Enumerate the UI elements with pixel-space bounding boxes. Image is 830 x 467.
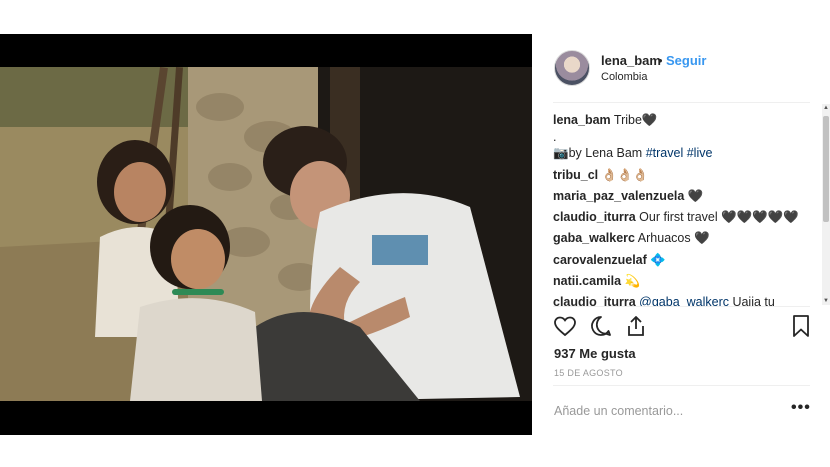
- scroll-thumb[interactable]: [823, 116, 829, 222]
- post-actions: [553, 314, 811, 340]
- caption-dot: .: [553, 130, 557, 145]
- scroll-up-arrow-icon[interactable]: ▲: [822, 104, 830, 112]
- post-location[interactable]: Colombia: [601, 71, 647, 83]
- add-comment-input[interactable]: [554, 404, 774, 418]
- comment-item: gaba_walkerc Arhuacos 🖤: [553, 228, 815, 249]
- comment-item: tribu_cl 👌🏼👌🏼👌🏼: [553, 165, 815, 186]
- post-date[interactable]: 15 DE AGOSTO: [554, 368, 623, 378]
- comment-username[interactable]: tribu_cl: [553, 168, 598, 182]
- comment-text: Our first travel 🖤🖤🖤🖤🖤: [639, 210, 799, 225]
- comment-text: 👌🏼👌🏼👌🏼: [601, 167, 649, 182]
- comments-list: lena_bam Tribe🖤 . 📷by Lena Bam #travel #…: [553, 110, 815, 306]
- scroll-down-arrow-icon[interactable]: ▼: [822, 297, 830, 305]
- caption-credit: 📷by Lena Bam #travel #live: [553, 143, 815, 164]
- comment-text: Arhuacos 🖤: [637, 231, 710, 246]
- actions-divider: [553, 306, 810, 307]
- photo-illustration: [0, 67, 532, 401]
- comment-item: claudio_iturra Our first travel 🖤🖤🖤🖤🖤: [553, 207, 815, 228]
- comment-item: carovalenzuelaf 💠: [553, 250, 815, 271]
- caption: lena_bam Tribe🖤: [553, 110, 815, 131]
- heart-icon[interactable]: [553, 314, 577, 338]
- comment-item: natii.camila 💫: [553, 271, 815, 292]
- comment-item: maria_paz_valenzuela 🖤: [553, 186, 815, 207]
- post-side-panel: lena_bam • Seguir Colombia lena_bam Trib…: [533, 34, 830, 435]
- comment-text: @gaba_walkerc Uajia tu: [639, 295, 775, 306]
- more-options-icon[interactable]: •••: [791, 399, 811, 417]
- caption-dot-line: .: [553, 130, 815, 145]
- likes-count[interactable]: 937 Me gusta: [554, 346, 636, 361]
- comment-text: 🖤: [687, 188, 704, 203]
- post-header: lena_bam • Seguir Colombia: [533, 34, 810, 104]
- share-icon[interactable]: [624, 314, 648, 338]
- post-photo[interactable]: [0, 67, 532, 401]
- separator-dot: •: [658, 53, 663, 68]
- post-photo-frame: [0, 34, 532, 435]
- comments-scrollbar[interactable]: ▲ ▼: [822, 104, 830, 305]
- follow-button[interactable]: Seguir: [666, 53, 706, 68]
- comment-icon[interactable]: [589, 314, 613, 338]
- comment-username[interactable]: claudio_iturra: [553, 210, 636, 224]
- avatar[interactable]: [554, 50, 590, 86]
- header-divider: [553, 102, 810, 103]
- comment-username[interactable]: claudio_iturra: [553, 295, 636, 306]
- comment-text: 💠: [650, 252, 666, 267]
- caption-text: Tribe🖤: [613, 113, 658, 127]
- caption-credit-text: 📷by Lena Bam: [553, 146, 646, 161]
- comment-item: claudio_iturra @gaba_walkerc Uajia tu: [553, 292, 815, 306]
- hashtag-live[interactable]: #live: [687, 146, 713, 160]
- comment-text: 💫: [624, 274, 641, 289]
- comment-username[interactable]: natii.camila: [553, 274, 621, 288]
- caption-username[interactable]: lena_bam: [553, 113, 611, 127]
- comment-username[interactable]: maria_paz_valenzuela: [553, 189, 684, 203]
- bookmark-icon[interactable]: [789, 314, 813, 338]
- post-author-username[interactable]: lena_bam: [601, 53, 661, 68]
- hashtag-travel[interactable]: #travel: [646, 146, 684, 160]
- comment-divider: [553, 385, 810, 386]
- comment-username[interactable]: carovalenzuelaf: [553, 253, 647, 267]
- comment-username[interactable]: gaba_walkerc: [553, 231, 635, 245]
